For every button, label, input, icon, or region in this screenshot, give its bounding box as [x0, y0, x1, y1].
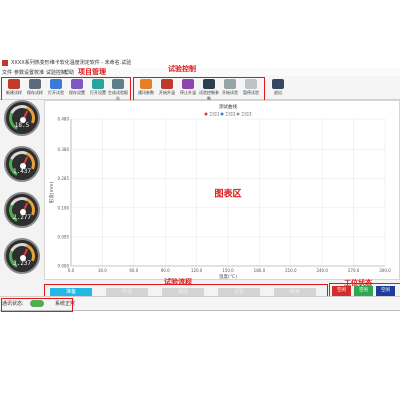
status-bar: 通讯状态: 系统正常: [0, 296, 400, 312]
x-tick-label: 90.0: [161, 268, 170, 273]
menu-control[interactable]: 试验控制: [46, 69, 66, 76]
legend-marker: [236, 112, 240, 116]
legend-label: 工位3: [241, 111, 252, 117]
test-curve-chart[interactable]: 测试曲线工位1 工位2 工位3 0.0 30.0 60.0 90.0 120.0 150.0 18…: [45, 101, 400, 281]
pause-test-button[interactable]: 暂停试验: [240, 78, 262, 98]
x-tick-label: 150.0: [222, 268, 234, 273]
menu-help[interactable]: 帮助: [64, 69, 74, 76]
y-tick-label: 0.000: [58, 264, 70, 269]
x-tick-label: 60.0: [129, 268, 138, 273]
gauge-value: 3.237: [12, 260, 32, 267]
open-test-button[interactable]: 打开试验: [45, 78, 67, 98]
x-tick-label: 0.0: [68, 268, 75, 273]
y-tick-label: 0.480: [58, 117, 70, 122]
start-test-button[interactable]: 开始试验: [219, 78, 241, 98]
x-tick-label: 180.0: [254, 268, 266, 273]
x-tick-label: 240.0: [316, 268, 328, 273]
x-tick-label: 120.0: [191, 268, 203, 273]
comm-params-button[interactable]: 通讯参数: [135, 78, 157, 98]
x-tick-label: 270.0: [348, 268, 360, 273]
gauge-value: 1.437: [12, 168, 32, 175]
legend-marker: [204, 112, 208, 116]
save-settings-button[interactable]: 保存设置: [66, 78, 88, 98]
station-status-2: 空闲: [354, 286, 373, 296]
x-tick-label: 210.0: [285, 268, 297, 273]
menu-params[interactable]: 参数设置: [14, 69, 34, 76]
control-params-button[interactable]: 试验控制参数: [198, 78, 220, 101]
y-tick-label: 0.285: [58, 176, 70, 181]
y-tick-label: 0.190: [58, 205, 70, 210]
station-status-3: 空闲: [376, 286, 395, 296]
y-tick-label: 0.380: [58, 147, 70, 152]
app-icon: [2, 60, 8, 66]
chart-title: 测试曲线: [219, 103, 237, 110]
title-bar: XXXX系列热变形维卡软化温度测定软件 - 未命名.试验: [0, 58, 400, 68]
stop-heating-button[interactable]: 停止升温: [177, 78, 199, 98]
statusbar-group-box: [1, 298, 73, 312]
station3-gauge: 3.237: [4, 238, 40, 274]
start-heating-button[interactable]: 开始升温: [156, 78, 178, 98]
menu-bar: 文件 参数设置 校准 试验控制 帮助 项目管理 试验控制: [0, 64, 400, 76]
menu-file[interactable]: 文件: [2, 69, 12, 76]
menu-calibrate[interactable]: 校准: [34, 69, 44, 76]
y-axis-label: 形变(mm): [48, 182, 55, 204]
gauge-value: 18.5: [14, 122, 30, 129]
chart-panel: 测试曲线 工位1 工位2 工位3 0.0 30.0 60.0 90.0 120.0 150.0 18…: [44, 100, 400, 280]
gauge-value: 2.277: [12, 214, 32, 221]
exit-button[interactable]: 退出: [267, 78, 289, 98]
report-button[interactable]: 生成试验报告: [107, 78, 129, 101]
station-status-1: 空闲: [332, 286, 351, 296]
chart-annotation: 图表区: [214, 188, 241, 200]
station2-gauge: 2.277: [4, 192, 40, 228]
open-settings-button[interactable]: 打开设置: [87, 78, 109, 98]
legend-label: 工位2: [225, 111, 236, 117]
legend-label: 工位1: [209, 111, 220, 117]
y-tick-label: 0.095: [58, 234, 70, 239]
window-title: XXXX系列热变形维卡软化温度测定软件 - 未命名.试验: [11, 60, 132, 66]
save-sample-button[interactable]: 保存试样: [24, 78, 46, 98]
x-axis-label: 温度(°C): [219, 273, 237, 280]
station1-gauge: 1.437: [4, 146, 40, 182]
x-tick-label: 30.0: [98, 268, 107, 273]
control-annotation: 试验控制: [168, 64, 196, 73]
temperature-gauge: 18.5: [4, 100, 40, 136]
x-tick-label: 300.0: [379, 268, 391, 273]
toolbar: 新建试样 保存试样 打开试验 保存设置 打开设置 生成试验报告 通讯参数 开始升…: [0, 76, 400, 101]
gauge-panel: 18.5 1.437 2.277 3.237: [0, 100, 44, 310]
new-sample-button[interactable]: 新建试样: [3, 78, 25, 98]
legend-marker: [220, 112, 224, 116]
